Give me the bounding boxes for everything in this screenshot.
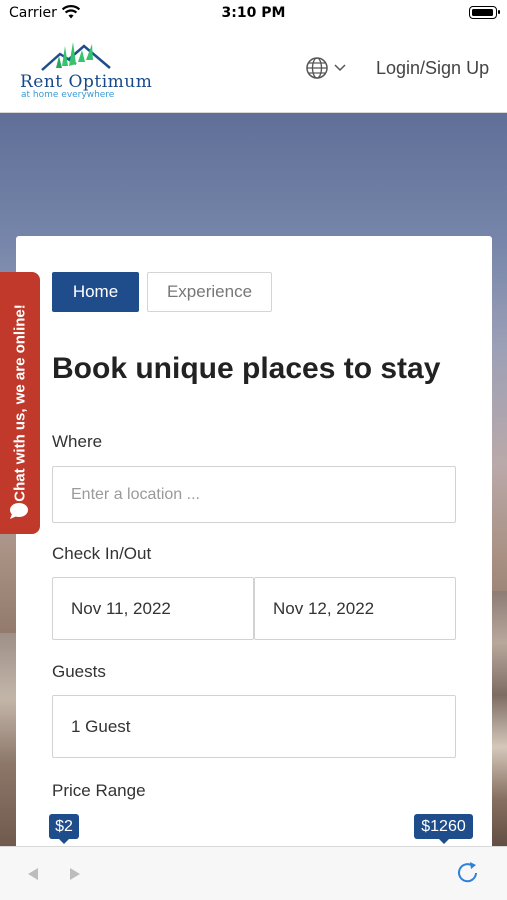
guests-field[interactable]: 1 Guest xyxy=(52,695,456,758)
tab-home[interactable]: Home xyxy=(52,272,139,312)
logo-tagline: at home everywhere xyxy=(21,90,115,100)
chat-bubble-icon xyxy=(10,503,28,519)
check-in-value: Nov 11, 2022 xyxy=(71,598,171,618)
hero-house-image-left xyxy=(0,633,16,853)
status-bar: Carrier 3:10 PM xyxy=(0,0,507,30)
browser-toolbar xyxy=(0,846,507,900)
battery-icon xyxy=(469,6,500,19)
login-signup-link[interactable]: Login/Sign Up xyxy=(376,58,489,79)
logo-wordmark: Rent Optimum xyxy=(20,72,153,92)
price-min-handle[interactable]: $2 xyxy=(49,814,79,844)
price-range-label: Price Range xyxy=(52,781,146,800)
site-logo[interactable]: Rent Optimum at home everywhere xyxy=(20,40,152,102)
price-max-handle[interactable]: $1260 xyxy=(414,814,473,844)
check-out-field[interactable]: Nov 12, 2022 xyxy=(254,577,456,640)
tab-experience[interactable]: Experience xyxy=(147,272,272,312)
chat-label: Chat with us, we are online! xyxy=(11,304,29,502)
location-input[interactable]: Enter a location ... xyxy=(52,466,456,523)
location-placeholder: Enter a location ... xyxy=(71,485,200,503)
guests-value: 1 Guest xyxy=(71,716,131,736)
guests-label: Guests xyxy=(52,662,106,681)
checkinout-label: Check In/Out xyxy=(52,544,152,563)
logo-house-icon xyxy=(41,42,111,71)
search-card: Home Experience Book unique places to st… xyxy=(16,236,492,856)
chevron-down-icon[interactable] xyxy=(333,61,347,75)
check-out-value: Nov 12, 2022 xyxy=(273,598,375,618)
globe-icon[interactable] xyxy=(305,56,329,80)
hero-house-image-right xyxy=(491,591,507,851)
reload-icon[interactable] xyxy=(454,859,482,887)
where-label: Where xyxy=(52,432,103,451)
back-arrow-icon[interactable] xyxy=(26,867,40,881)
check-in-field[interactable]: Nov 11, 2022 xyxy=(52,577,254,640)
forward-arrow-icon[interactable] xyxy=(68,867,82,881)
clock: 3:10 PM xyxy=(221,5,286,21)
page-title: Book unique places to stay xyxy=(52,352,441,385)
site-header: Rent Optimum at home everywhere Login/Si… xyxy=(0,30,507,113)
chat-widget-tab[interactable]: Chat with us, we are online! xyxy=(0,272,40,534)
